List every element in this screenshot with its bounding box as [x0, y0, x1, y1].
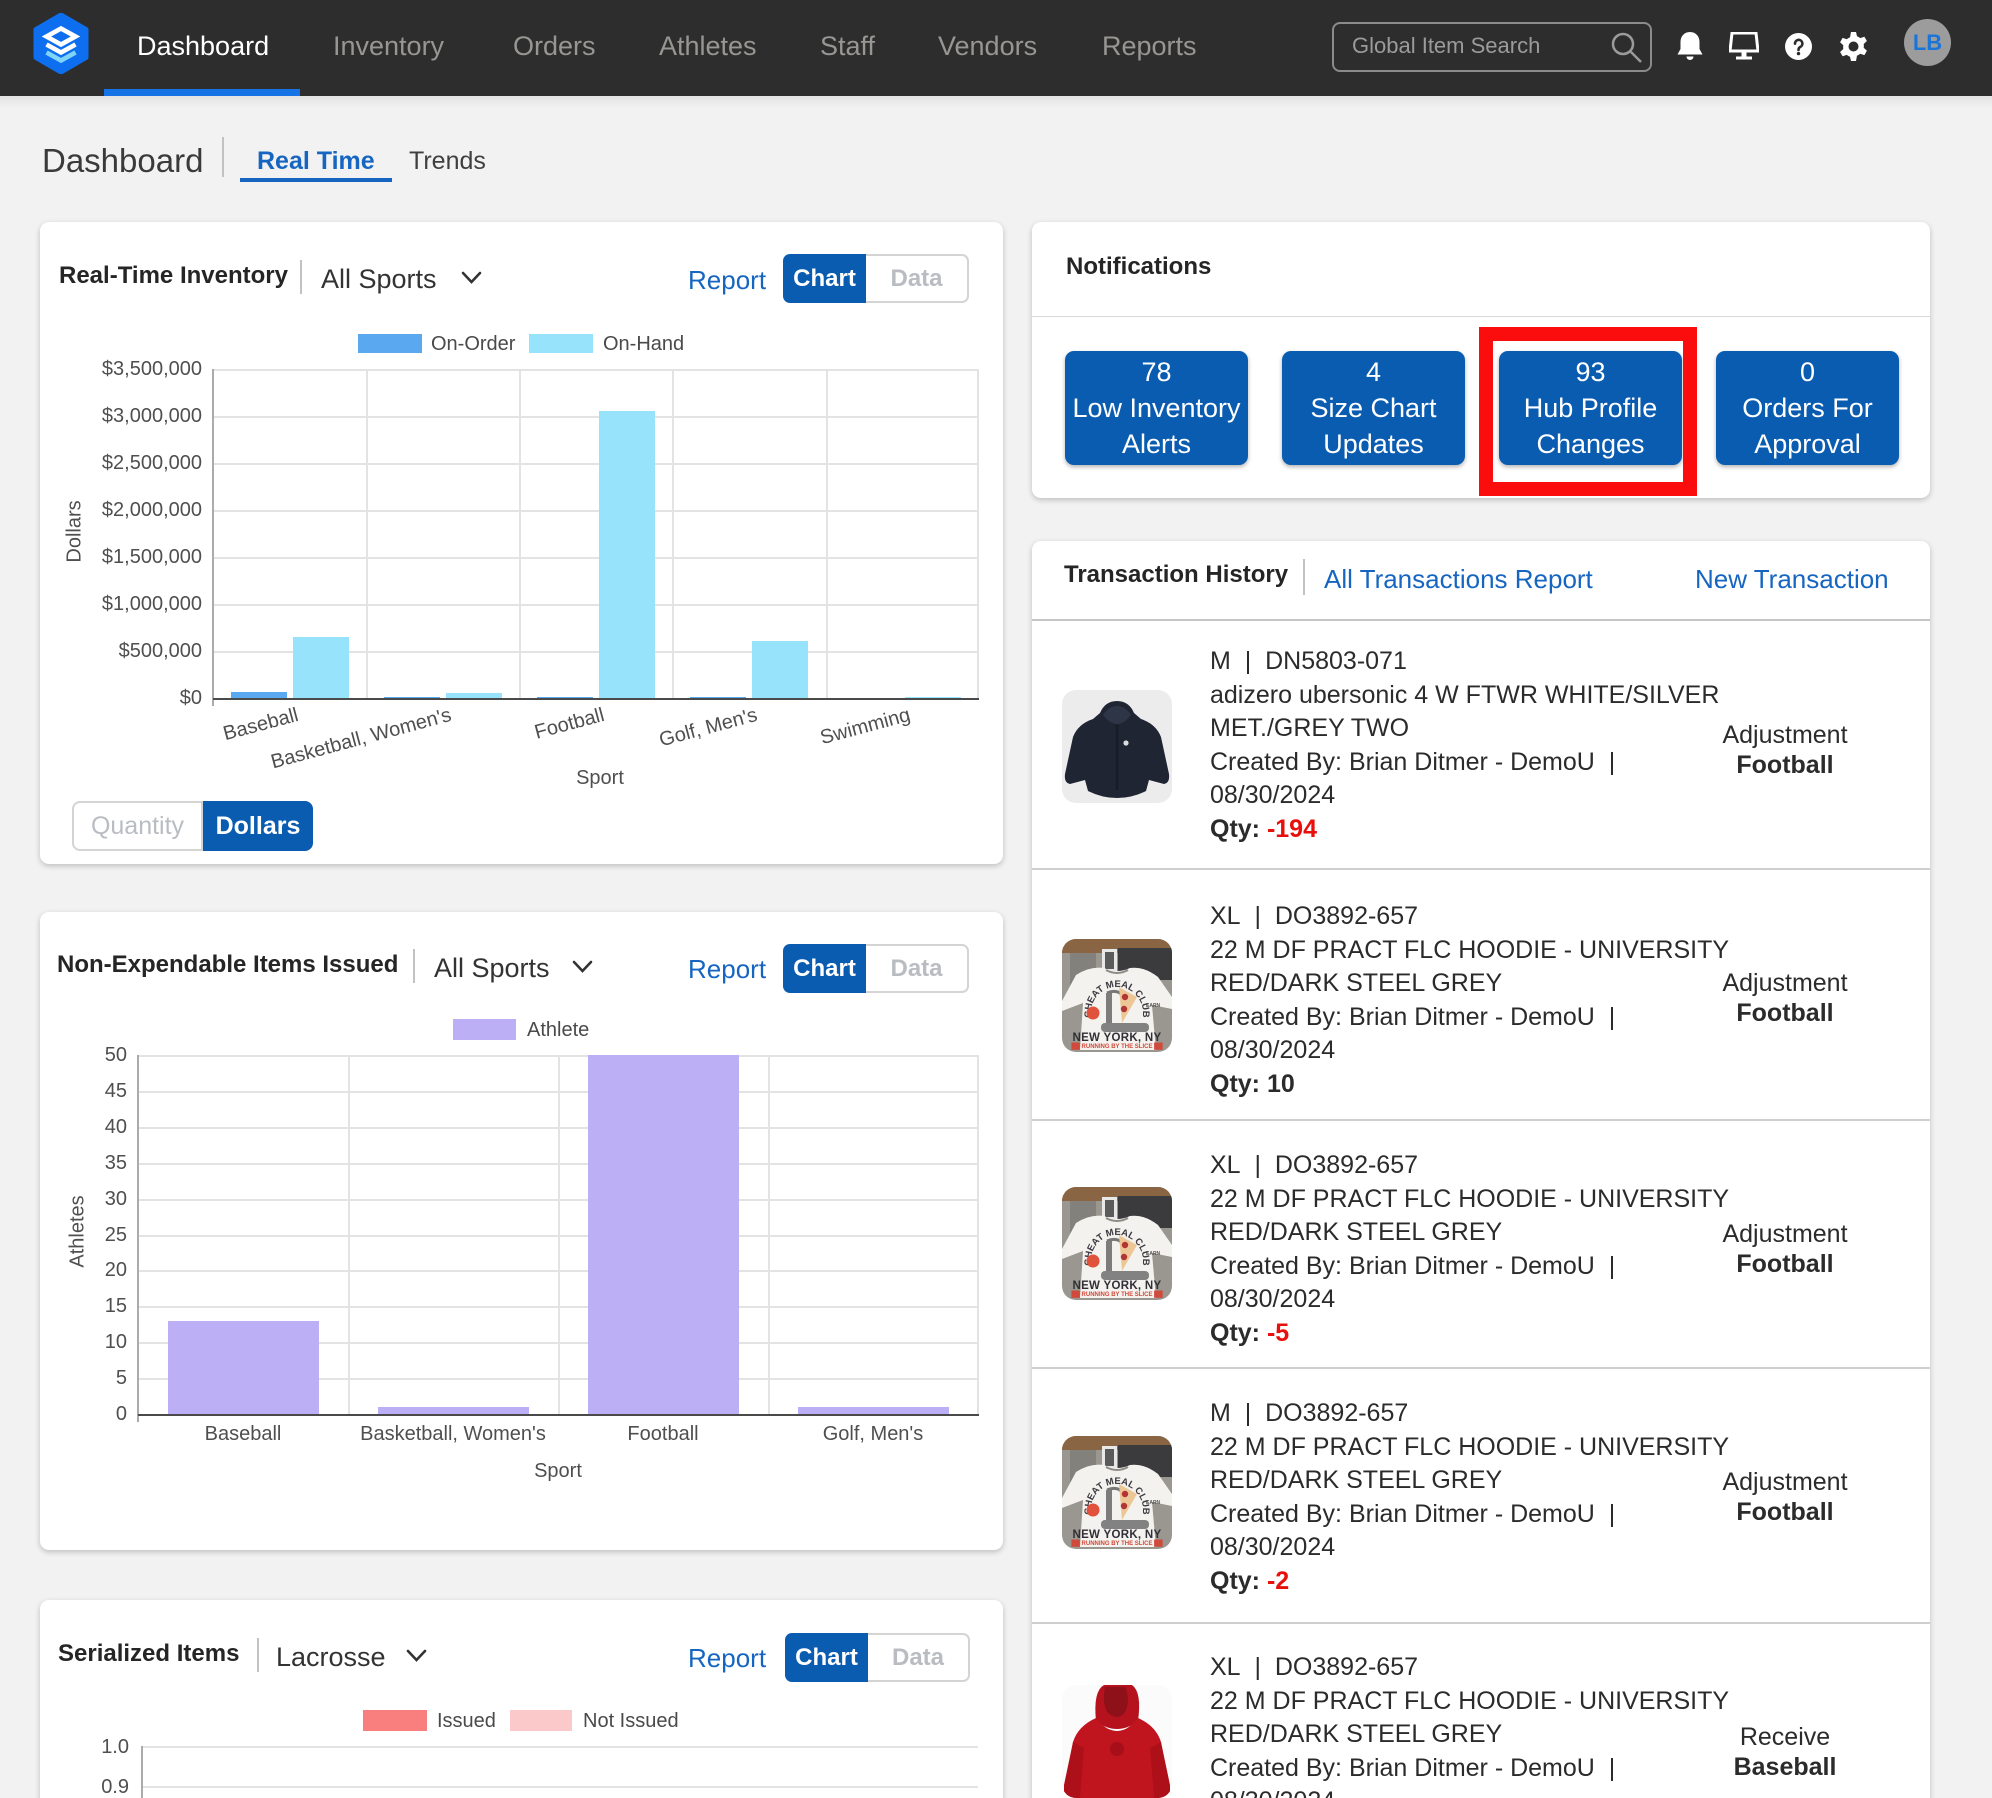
svg-text:██ RUNNING BY THE SLICE ██: ██ RUNNING BY THE SLICE ██ [1071, 1042, 1163, 1050]
svg-text:NEW YORK, NY: NEW YORK, NY [1072, 1529, 1161, 1541]
svg-text:EARN: EARN [1146, 1500, 1161, 1506]
svg-text:██ RUNNING BY THE SLICE ██: ██ RUNNING BY THE SLICE ██ [1071, 1290, 1163, 1298]
svg-text:EARN: EARN [1146, 1003, 1161, 1009]
svg-text:██ RUNNING BY THE SLICE ██: ██ RUNNING BY THE SLICE ██ [1071, 1539, 1163, 1547]
svg-text:EARN: EARN [1146, 1251, 1161, 1257]
svg-text:NEW YORK, NY: NEW YORK, NY [1072, 1280, 1161, 1292]
svg-text:NEW YORK, NY: NEW YORK, NY [1072, 1032, 1161, 1044]
